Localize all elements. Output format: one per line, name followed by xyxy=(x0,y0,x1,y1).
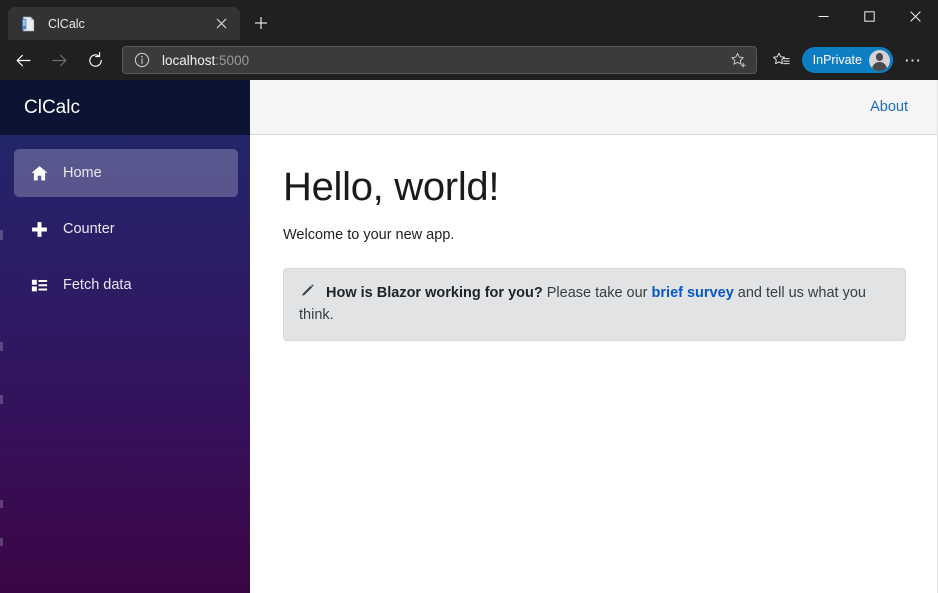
reload-button[interactable] xyxy=(78,44,112,76)
browser-tab[interactable]: ClCalc xyxy=(8,7,240,40)
page-top-bar: About xyxy=(250,80,938,135)
scroll-edge-artifact xyxy=(0,500,3,508)
scroll-edge-artifact xyxy=(0,395,3,404)
scroll-edge-artifact xyxy=(0,342,3,351)
person-avatar-icon xyxy=(869,49,890,71)
page-lead-text: Welcome to your new app. xyxy=(283,226,455,243)
page-viewport: ClCalc Home Counter Fetch data About Hel… xyxy=(0,80,938,593)
brief-survey-link[interactable]: brief survey xyxy=(652,285,734,301)
maximize-button[interactable] xyxy=(846,0,892,32)
info-circle-icon[interactable] xyxy=(133,51,151,69)
sidebar-item-label: Home xyxy=(63,165,102,181)
minimize-button[interactable] xyxy=(800,0,846,32)
reload-icon xyxy=(88,51,102,67)
scroll-edge-artifact xyxy=(0,538,3,546)
maximize-icon xyxy=(863,10,875,22)
sidebar-item-label: Fetch data xyxy=(63,277,132,293)
home-icon xyxy=(29,163,49,183)
app-sidebar: ClCalc Home Counter Fetch data xyxy=(0,80,250,593)
arrow-left-icon xyxy=(16,54,31,66)
page-main-area: About Hello, world! Welcome to your new … xyxy=(250,80,938,593)
pencil-icon xyxy=(299,283,315,299)
address-bar-text: localhost:5000 xyxy=(162,53,726,68)
arrow-right-icon xyxy=(51,54,66,66)
inprivate-profile-button[interactable]: InPrivate xyxy=(801,47,893,73)
sidebar-nav: Home Counter Fetch data xyxy=(0,135,250,309)
star-list-icon xyxy=(773,52,790,64)
plus-icon xyxy=(255,17,267,29)
survey-alert: How is Blazor working for you? Please ta… xyxy=(283,267,906,341)
minimize-icon xyxy=(818,15,828,17)
title-bar: ClCalc xyxy=(0,0,938,40)
address-bar[interactable]: localhost:5000 xyxy=(122,46,757,74)
star-plus-icon[interactable] xyxy=(726,48,752,72)
settings-more-button[interactable]: ⋯ xyxy=(898,45,928,75)
plus-icon xyxy=(29,219,49,239)
ellipsis-icon: ⋯ xyxy=(904,50,922,70)
collections-button[interactable] xyxy=(767,45,797,75)
sidebar-item-counter[interactable]: Counter xyxy=(14,205,238,253)
scroll-edge-artifact xyxy=(0,230,3,240)
back-button[interactable] xyxy=(6,44,40,76)
app-brand[interactable]: ClCalc xyxy=(0,80,250,135)
tab-title: ClCalc xyxy=(48,16,85,31)
app-brand-label: ClCalc xyxy=(24,96,80,118)
inprivate-label: InPrivate xyxy=(812,53,862,67)
list-icon xyxy=(29,275,49,295)
document-icon xyxy=(20,15,38,33)
sidebar-item-home[interactable]: Home xyxy=(14,149,238,197)
sidebar-item-fetch-data[interactable]: Fetch data xyxy=(14,261,238,309)
about-link[interactable]: About xyxy=(870,99,908,115)
url-port: :5000 xyxy=(215,52,250,68)
page-title: Hello, world! xyxy=(283,165,500,209)
browser-toolbar: localhost:5000 InPrivate ⋯ xyxy=(0,40,938,80)
tab-strip: ClCalc xyxy=(0,0,938,40)
sidebar-item-label: Counter xyxy=(63,221,115,237)
close-icon xyxy=(909,10,921,22)
page-content: Hello, world! Welcome to your new app. H… xyxy=(250,135,938,341)
forward-button[interactable] xyxy=(42,44,76,76)
survey-alert-bold: How is Blazor working for you? xyxy=(326,284,543,301)
window-controls xyxy=(800,0,938,32)
survey-alert-text-before: Please take our xyxy=(542,284,652,301)
new-tab-button[interactable] xyxy=(246,8,276,38)
browser-window: ClCalc localhost:5000 InPrivate ⋯ ClCalc… xyxy=(0,0,938,593)
url-host: localhost xyxy=(162,52,216,68)
window-close-button[interactable] xyxy=(892,0,938,32)
tab-close-icon[interactable] xyxy=(210,13,232,35)
